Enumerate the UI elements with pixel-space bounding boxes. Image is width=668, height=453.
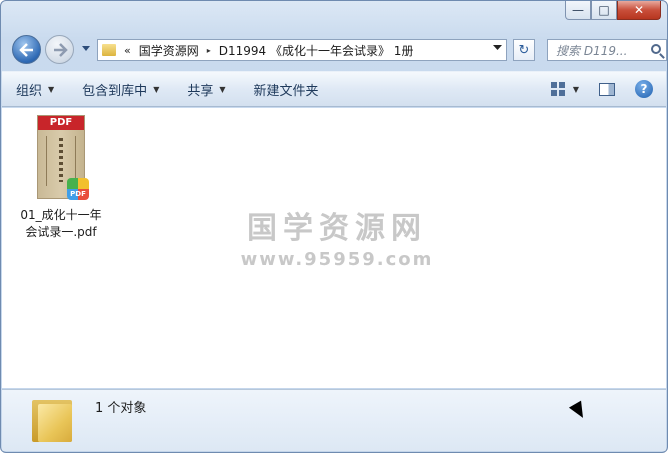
close-button[interactable]: ✕ (617, 1, 661, 20)
folder-icon (32, 396, 72, 442)
address-row: « 国学资源网 ▸ D11994 《成化十一年会试录》 1册 ↻ 搜索 D119… (9, 31, 667, 67)
back-button[interactable] (12, 35, 41, 64)
file-list[interactable]: PDF PDF 01_成化十一年 会试录一.pdf 国学资源网 www.9595… (2, 108, 666, 388)
pdf-label: PDF (38, 116, 84, 130)
toolbar-right: ▼ ? (550, 72, 666, 106)
help-icon[interactable]: ? (635, 80, 653, 98)
new-folder-label: 新建文件夹 (253, 83, 319, 99)
folder-icon (102, 44, 116, 56)
refresh-icon: ↻ (518, 42, 530, 58)
explorer-window: — □ ✕ « 国学资源网 ▸ D11994 《成化十一年会试录》 1册 ↻ 搜… (0, 0, 668, 453)
view-icon[interactable] (550, 82, 565, 96)
overflow-chevron[interactable]: « (124, 44, 131, 57)
file-name[interactable]: 01_成化十一年 会试录一.pdf (11, 207, 111, 241)
watermark-title: 国学资源网 (247, 211, 427, 246)
view-dropdown-icon[interactable]: ▼ (573, 85, 579, 94)
organize-label: 组织 (16, 83, 43, 99)
breadcrumb-current[interactable]: D11994 《成化十一年会试录》 1册 (219, 42, 414, 59)
include-label: 包含到库中 (82, 83, 148, 99)
maximize-button[interactable]: □ (591, 1, 617, 20)
minimize-button[interactable]: — (565, 1, 591, 20)
preview-pane-icon[interactable] (599, 82, 615, 96)
address-bar[interactable]: « 国学资源网 ▸ D11994 《成化十一年会试录》 1册 (97, 39, 507, 61)
file-name-line-2: 会试录一.pdf (25, 225, 97, 239)
chevron-down-icon: ▼ (153, 84, 160, 94)
pdf-thumbnail: PDF PDF (37, 115, 89, 200)
item-count: 1 个对象 (95, 401, 147, 416)
refresh-button[interactable]: ↻ (513, 39, 535, 61)
include-in-library-menu[interactable]: 包含到库中 ▼ (68, 72, 173, 106)
cursor-icon (568, 400, 590, 422)
share-label: 共享 (187, 83, 214, 99)
organize-menu[interactable]: 组织 ▼ (2, 72, 68, 106)
chevron-down-icon: ▼ (48, 84, 55, 94)
chevron-down-icon: ▼ (219, 84, 226, 94)
share-menu[interactable]: 共享 ▼ (173, 72, 239, 106)
recent-pages-dropdown[interactable] (81, 46, 91, 52)
file-name-line-1: 01_成化十一年 (20, 208, 102, 222)
forward-button[interactable] (45, 35, 74, 64)
new-folder-button[interactable]: 新建文件夹 (240, 72, 333, 106)
file-item[interactable]: PDF PDF 01_成化十一年 会试录一.pdf (11, 113, 111, 241)
watermark-url: www.95959.com (240, 249, 434, 270)
back-icon (18, 42, 33, 57)
pdf-icon: PDF (67, 178, 89, 200)
watermark: 国学资源网 www.95959.com (232, 203, 442, 270)
breadcrumb-root[interactable]: 国学资源网 (139, 42, 199, 59)
details-pane: 1 个对象 (2, 389, 666, 451)
breadcrumb-separator[interactable]: ▸ (207, 46, 211, 55)
caption-buttons: — □ ✕ (565, 1, 661, 20)
address-dropdown-icon[interactable] (493, 45, 502, 51)
search-box[interactable]: 搜索 D119... (547, 39, 667, 61)
forward-icon (53, 42, 68, 57)
search-placeholder: 搜索 D119... (556, 43, 628, 58)
command-bar: 组织 ▼ 包含到库中 ▼ 共享 ▼ 新建文件夹 ▼ ? (2, 71, 666, 107)
search-icon[interactable] (651, 44, 661, 54)
